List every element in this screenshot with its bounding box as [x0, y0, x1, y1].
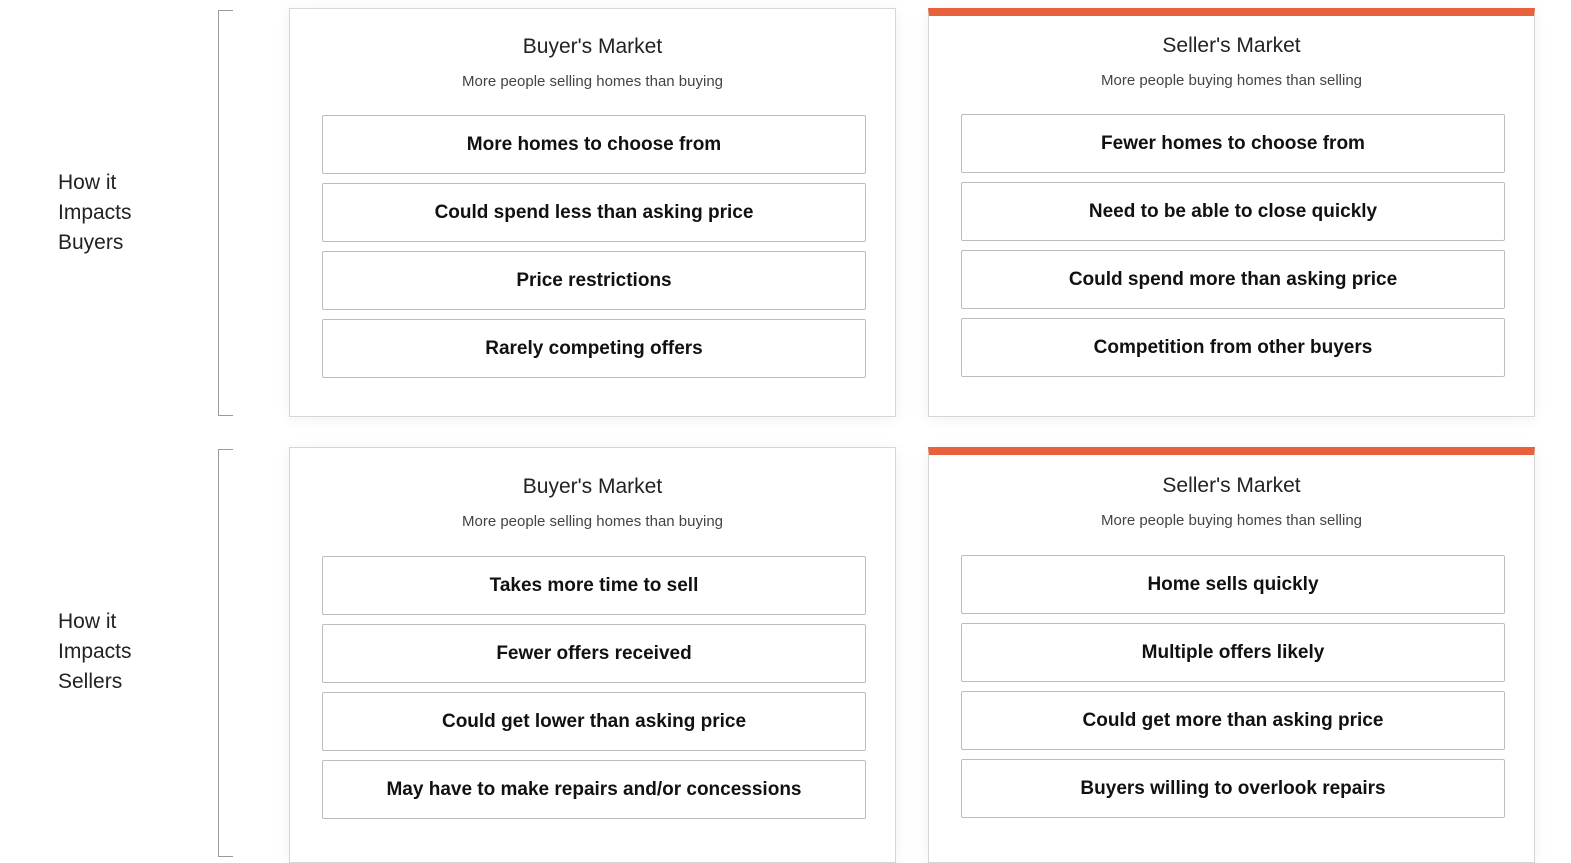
card-buyers-market: Buyer's Market More people selling homes… [289, 447, 896, 863]
list-item: More homes to choose from [322, 115, 866, 174]
card-subtitle: More people buying homes than selling [1101, 512, 1362, 529]
card-title: Seller's Market [1162, 34, 1301, 57]
list-item: Competition from other buyers [961, 318, 1505, 377]
row-bracket [218, 449, 233, 857]
card-subtitle: More people selling homes than buying [462, 73, 723, 90]
list-item: Home sells quickly [961, 555, 1505, 614]
list-item: Fewer homes to choose from [961, 114, 1505, 173]
card-sellers-market: Seller's Market More people buying homes… [928, 447, 1535, 863]
card-sellers-market: Seller's Market More people buying homes… [928, 8, 1535, 417]
list-item: Multiple offers likely [961, 623, 1505, 682]
list-item: Need to be able to close quickly [961, 182, 1505, 241]
list-item: Rarely competing offers [322, 319, 866, 378]
list-item: Could get more than asking price [961, 691, 1505, 750]
card-title: Buyer's Market [522, 35, 663, 58]
row-label-buyers: How it Impacts Buyers [58, 171, 132, 254]
row-impacts-buyers: How it Impacts Buyers Buyer's Market Mor… [0, 0, 1571, 430]
card-subtitle: More people buying homes than selling [1101, 72, 1362, 89]
list-item: Could spend less than asking price [322, 183, 866, 242]
row-impacts-sellers: How it Impacts Sellers Buyer's Market Mo… [0, 440, 1571, 863]
card-buyers-market: Buyer's Market More people selling homes… [289, 8, 896, 417]
list-item: Price restrictions [322, 251, 866, 310]
list-item: May have to make repairs and/or concessi… [322, 760, 866, 819]
row-label-sellers: How it Impacts Sellers [58, 610, 132, 693]
card-title: Buyer's Market [522, 475, 663, 498]
list-item: Could get lower than asking price [322, 692, 866, 751]
card-title: Seller's Market [1162, 474, 1301, 497]
list-item: Buyers willing to overlook repairs [961, 759, 1505, 818]
list-item: Could spend more than asking price [961, 250, 1505, 309]
card-subtitle: More people selling homes than buying [462, 513, 723, 530]
list-item: Takes more time to sell [322, 556, 866, 615]
row-bracket [218, 10, 233, 416]
list-item: Fewer offers received [322, 624, 866, 683]
